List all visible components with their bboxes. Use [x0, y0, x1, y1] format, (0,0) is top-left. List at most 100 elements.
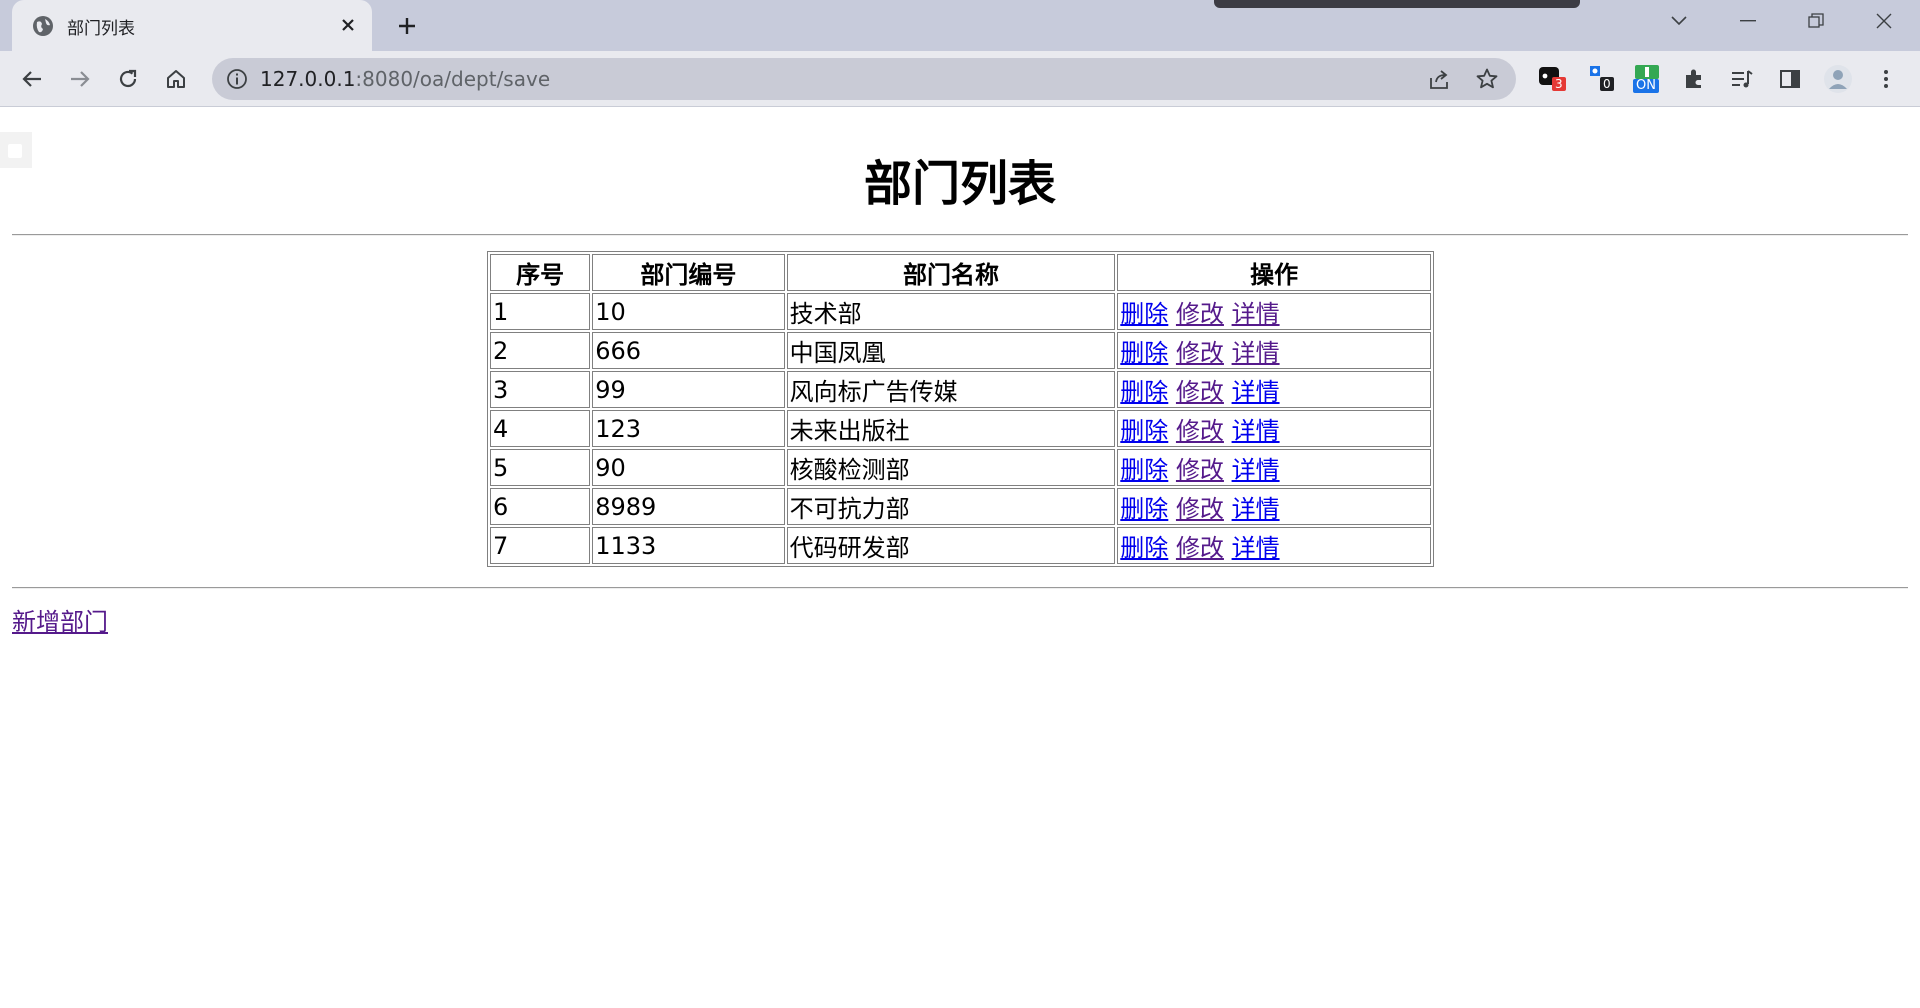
cell-actions: 删除 修改 详情: [1117, 293, 1431, 330]
delete-link[interactable]: 删除: [1120, 456, 1168, 484]
share-icon: [1430, 70, 1448, 89]
cell-actions: 删除 修改 详情: [1117, 527, 1431, 564]
profile-button[interactable]: [1820, 61, 1856, 97]
tab-title: 部门列表: [67, 19, 135, 39]
cell-index: 5: [490, 449, 591, 486]
cell-deptno: 10: [592, 293, 785, 330]
cell-index: 3: [490, 371, 591, 408]
cell-deptno: 99: [592, 371, 785, 408]
tab-search-button[interactable]: [1651, 0, 1707, 42]
reading-list-button[interactable]: [1724, 61, 1760, 97]
avatar: [1824, 65, 1852, 93]
restore-icon: [1808, 13, 1824, 28]
detail-link[interactable]: 详情: [1232, 456, 1280, 484]
edit-link[interactable]: 修改: [1176, 534, 1224, 562]
back-button[interactable]: [14, 61, 50, 97]
extension-2-button[interactable]: 0: [1586, 64, 1616, 94]
header-actions: 操作: [1117, 254, 1431, 291]
browser-menu-button[interactable]: [1868, 61, 1904, 97]
delete-link[interactable]: 删除: [1120, 378, 1168, 406]
cell-dname: 不可抗力部: [786, 488, 1116, 525]
minimize-icon: [1740, 20, 1756, 22]
edit-link[interactable]: 修改: [1176, 300, 1224, 328]
reading-list-icon: [1732, 70, 1753, 88]
edit-link[interactable]: 修改: [1176, 339, 1224, 367]
extension-1-button[interactable]: 3: [1537, 64, 1567, 94]
browser-tab-strip: 部门列表: [0, 0, 1920, 51]
delete-link[interactable]: 删除: [1120, 339, 1168, 367]
address-bar[interactable]: 127.0.0.1:8080/oa/dept/save: [212, 58, 1516, 100]
cell-dname: 未来出版社: [786, 410, 1116, 447]
chevron-down-icon: [1671, 16, 1687, 26]
cell-actions: 删除 修改 详情: [1117, 488, 1431, 525]
url-path: :8080/oa/dept/save: [355, 67, 551, 91]
delete-link[interactable]: 删除: [1120, 495, 1168, 523]
minimize-button[interactable]: [1720, 0, 1776, 42]
side-panel-icon: [1780, 70, 1800, 88]
close-icon: [1876, 13, 1892, 29]
restore-button[interactable]: [1788, 0, 1844, 42]
page-content: 部门列表 序号 部门编号 部门名称 操作 1 10 技术部 删除 修改 详情 2 666 中…: [0, 108, 1920, 1008]
edit-link[interactable]: 修改: [1176, 495, 1224, 523]
edit-link[interactable]: 修改: [1176, 378, 1224, 406]
cell-index: 7: [490, 527, 591, 564]
cell-actions: 删除 修改 详情: [1117, 449, 1431, 486]
detail-link[interactable]: 详情: [1232, 417, 1280, 445]
add-dept-link[interactable]: 新增部门: [12, 602, 108, 637]
table-row: 3 99 风向标广告传媒 删除 修改 详情: [490, 371, 1431, 408]
puzzle-icon: [1686, 69, 1701, 88]
cell-actions: 删除 修改 详情: [1117, 410, 1431, 447]
globe-icon: [33, 16, 53, 36]
cell-deptno: 666: [592, 332, 785, 369]
tab-search-panel: [1214, 0, 1580, 8]
tab-close-button[interactable]: [335, 12, 361, 38]
extension-3-button[interactable]: ON: [1633, 64, 1663, 94]
cell-dname: 核酸检测部: [786, 449, 1116, 486]
share-button[interactable]: [1427, 66, 1453, 92]
reload-button[interactable]: [110, 61, 146, 97]
plus-icon: [399, 18, 415, 34]
bookmark-button[interactable]: [1474, 66, 1500, 92]
browser-tab-active[interactable]: 部门列表: [12, 0, 372, 51]
detail-link[interactable]: 详情: [1232, 300, 1280, 328]
header-dname: 部门名称: [786, 254, 1116, 291]
more-vertical-icon: [1884, 70, 1888, 88]
edit-link[interactable]: 修改: [1176, 417, 1224, 445]
cell-index: 6: [490, 488, 591, 525]
side-panel-button[interactable]: [1772, 61, 1808, 97]
detail-link[interactable]: 详情: [1232, 378, 1280, 406]
delete-link[interactable]: 删除: [1120, 300, 1168, 328]
cell-dname: 代码研发部: [786, 527, 1116, 564]
header-index: 序号: [490, 254, 591, 291]
delete-link[interactable]: 删除: [1120, 417, 1168, 445]
edit-link[interactable]: 修改: [1176, 456, 1224, 484]
cell-dname: 中国凤凰: [786, 332, 1116, 369]
forward-button[interactable]: [62, 61, 98, 97]
detail-link[interactable]: 详情: [1232, 339, 1280, 367]
arrow-right-icon: [71, 71, 90, 87]
divider-top: [12, 234, 1908, 236]
cell-actions: 删除 修改 详情: [1117, 371, 1431, 408]
table-row: 6 8989 不可抗力部 删除 修改 详情: [490, 488, 1431, 525]
arrow-left-icon: [22, 71, 41, 87]
cell-deptno: 1133: [592, 527, 785, 564]
detail-link[interactable]: 详情: [1232, 534, 1280, 562]
info-icon[interactable]: [226, 68, 248, 90]
table-row: 5 90 核酸检测部 删除 修改 详情: [490, 449, 1431, 486]
page-title: 部门列表: [863, 156, 1056, 212]
home-button[interactable]: [158, 61, 194, 97]
cell-deptno: 90: [592, 449, 785, 486]
table-row: 2 666 中国凤凰 删除 修改 详情: [490, 332, 1431, 369]
new-tab-button[interactable]: [392, 11, 422, 41]
close-window-button[interactable]: [1856, 0, 1912, 42]
cell-deptno: 123: [592, 410, 785, 447]
detail-link[interactable]: 详情: [1232, 495, 1280, 523]
extensions-menu-button[interactable]: [1676, 61, 1712, 97]
cell-dname: 风向标广告传媒: [786, 371, 1116, 408]
delete-link[interactable]: 删除: [1120, 534, 1168, 562]
table-row: 1 10 技术部 删除 修改 详情: [490, 293, 1431, 330]
divider-bottom: [12, 587, 1908, 589]
extension-3-badge: ON: [1633, 79, 1659, 93]
dept-table: 序号 部门编号 部门名称 操作 1 10 技术部 删除 修改 详情 2 666 中国凤凰 删除…: [487, 251, 1434, 567]
address-url[interactable]: 127.0.0.1:8080/oa/dept/save: [260, 67, 550, 91]
